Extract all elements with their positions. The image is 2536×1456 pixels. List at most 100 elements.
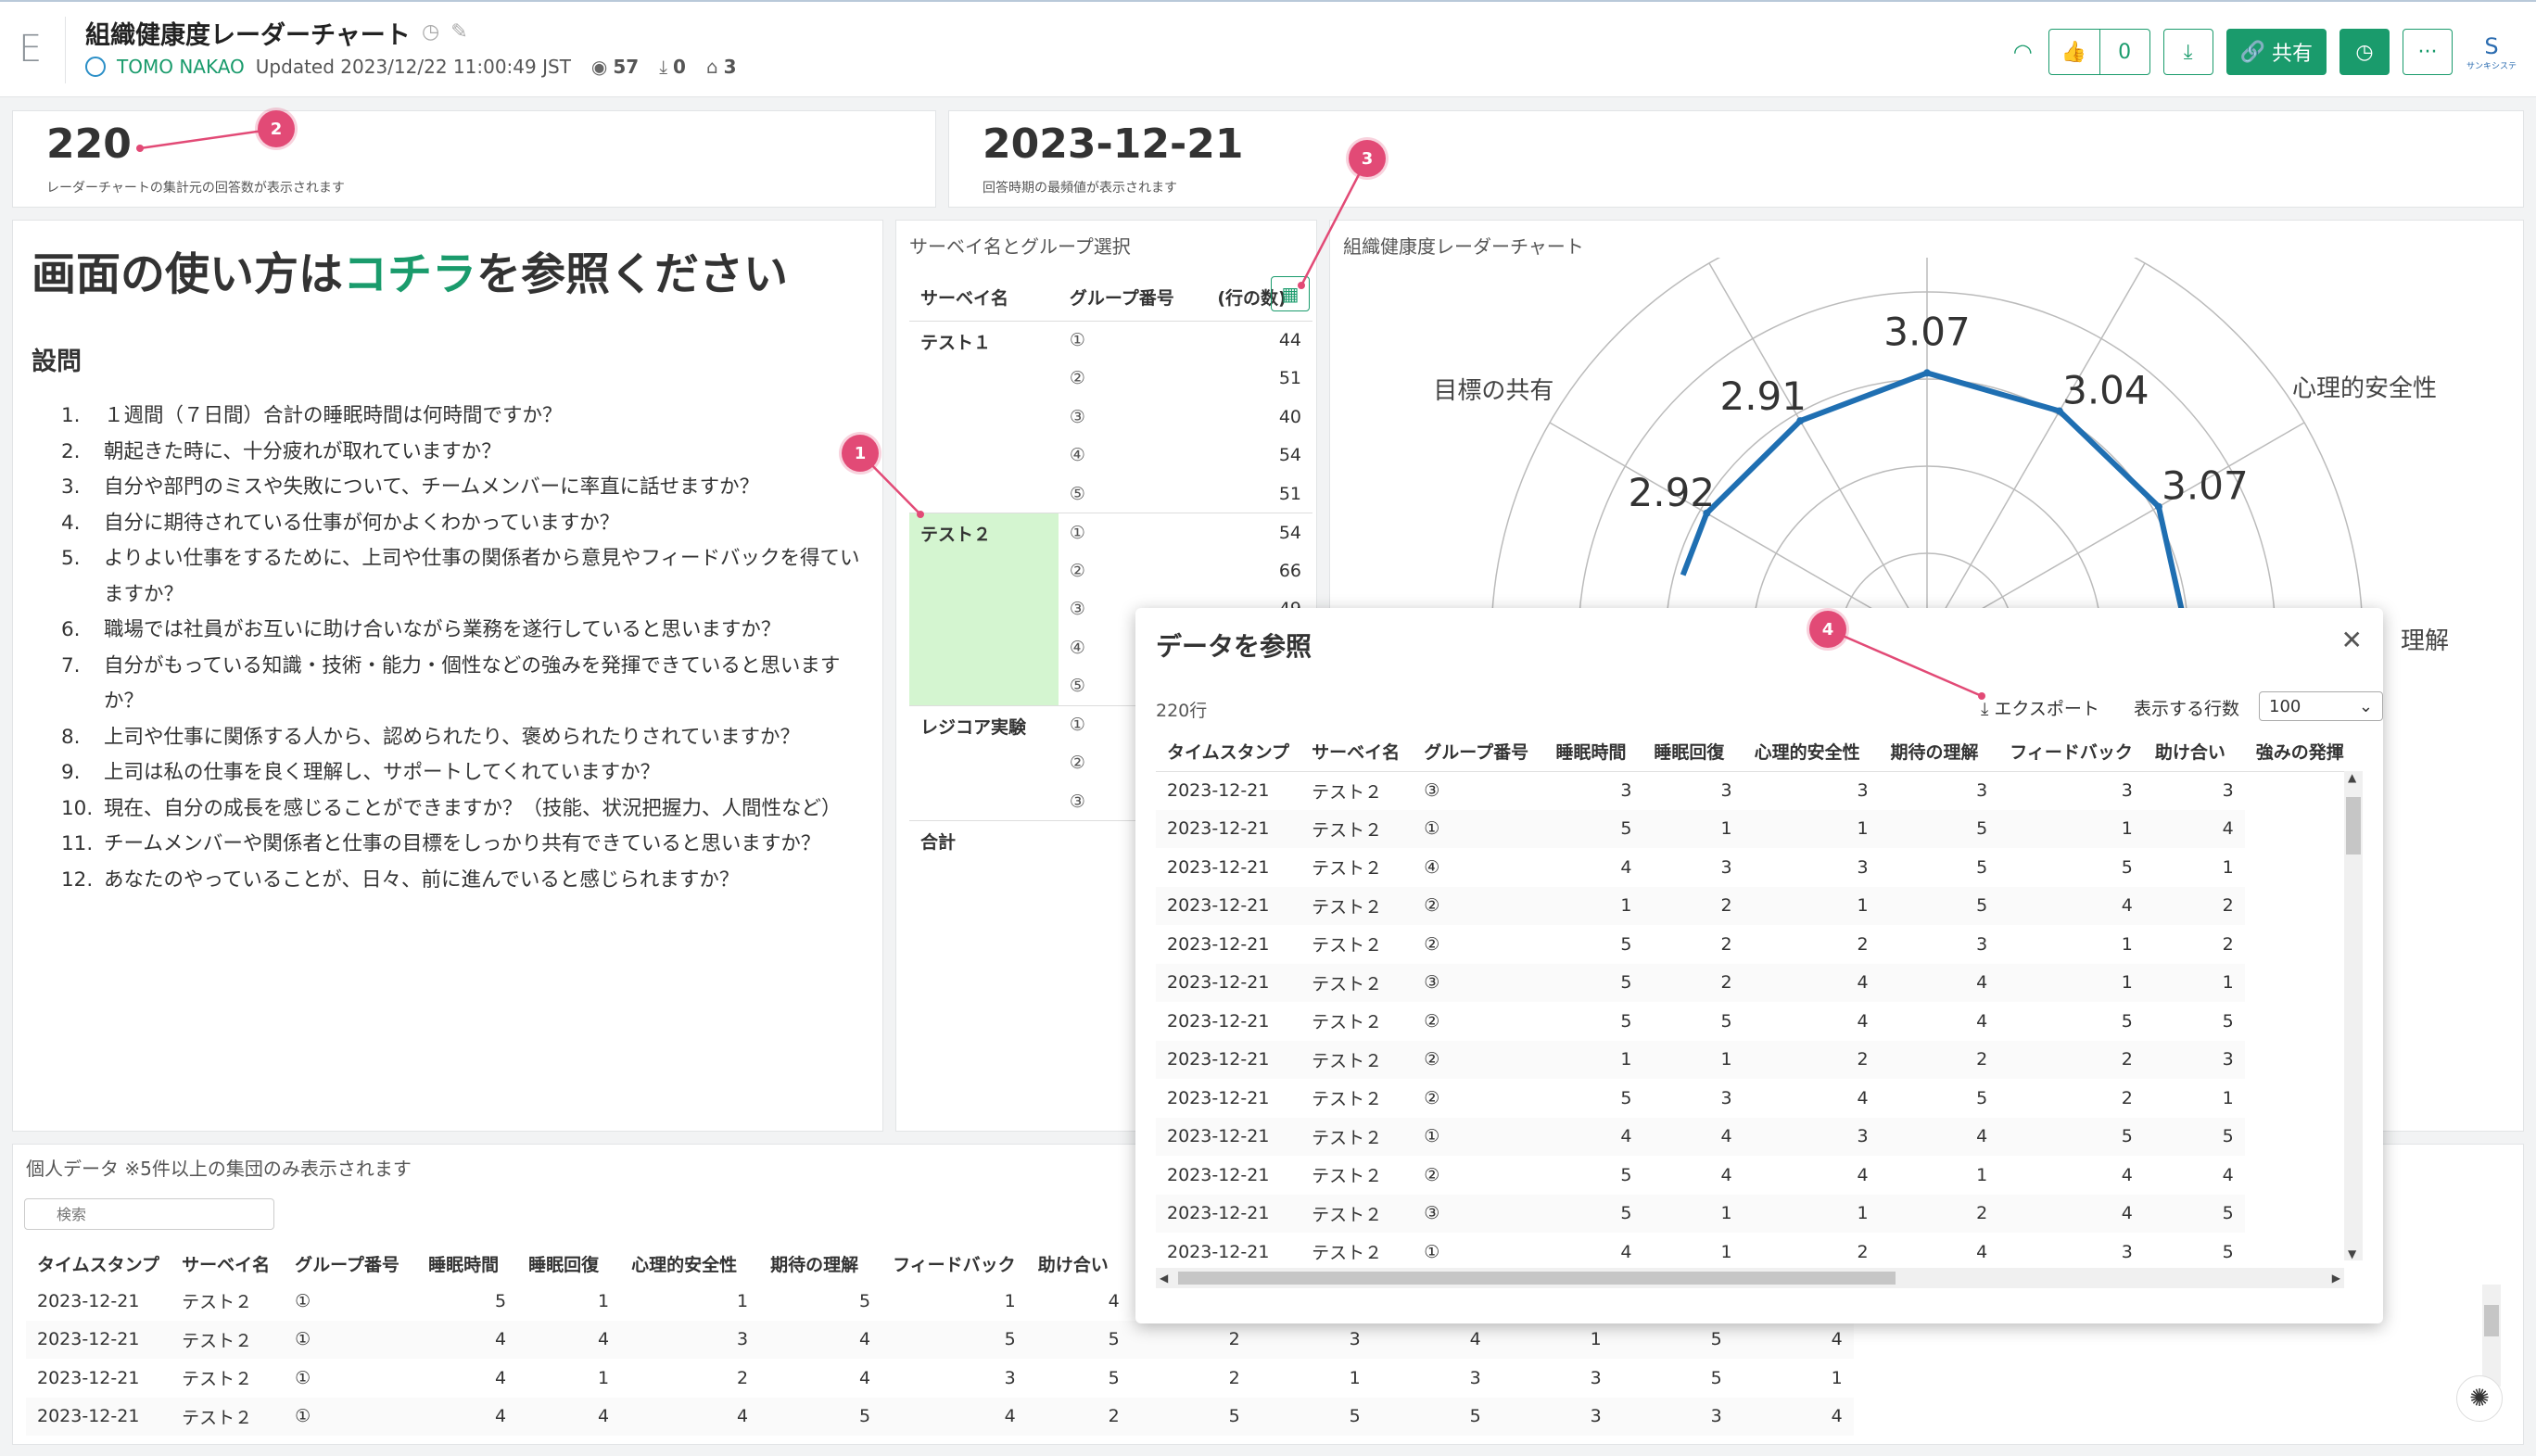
tags-stat[interactable]: ⌂ 3 [706,56,737,78]
table-row[interactable]: 2023-12-21 テスト２ ④ 4 3 3 5 5 1 [1156,848,2363,887]
export-button[interactable]: ⤓ エクスポート [1981,695,2099,720]
survey-name-cell[interactable] [909,782,1059,821]
survey-name-cell[interactable] [909,589,1059,628]
table-row[interactable]: 2023-12-21 テスト２ ② 5 5 4 4 5 5 [1156,1002,2363,1041]
table-row[interactable]: 2023-12-21 テスト２ ① 5 1 1 5 1 4 [1156,809,2363,848]
column-header[interactable]: 強みの発揮 [2244,732,2363,772]
schedule-button[interactable]: ◷ [2339,29,2390,75]
table-row[interactable]: ⑤ 51 [909,475,1312,513]
survey-name-cell[interactable] [909,551,1059,590]
table-row[interactable]: ④ 54 [909,437,1312,475]
column-header[interactable]: タイムスタンプ [1156,732,1301,772]
column-header[interactable]: フィードバック [1998,732,2144,772]
column-header[interactable]: 助け合い [2143,732,2245,772]
close-icon[interactable]: ✕ [2341,625,2363,655]
vertical-scrollbar[interactable] [2482,1285,2501,1386]
table-row[interactable]: 2023-12-21 テスト２ ① 4 1 2 4 3 5 [1156,1233,2363,1272]
column-header[interactable]: グループ番号 [1413,732,1545,772]
survey-name-cell[interactable] [909,437,1059,475]
table-row[interactable]: 2023-12-21 テスト２ ③ 5 2 4 4 1 1 [1156,963,2363,1002]
table-row[interactable]: テスト１ ① 44 [909,320,1312,360]
column-header[interactable]: 期待の理解 [759,1245,881,1282]
horizontal-scrollbar[interactable]: ◀ ▶ [1156,1268,2344,1288]
column-header[interactable]: 睡眠回復 [517,1245,620,1282]
vertical-scrollbar[interactable]: ▲ ▼ [2344,771,2363,1260]
scroll-left-icon[interactable]: ◀ [1160,1272,1168,1285]
edit-icon[interactable]: ✎ [450,20,478,44]
table-row[interactable]: 2023-12-21 テスト２ ② 5 3 4 5 2 1 [1156,1079,2363,1118]
column-header[interactable]: サーベイ名 [171,1245,284,1282]
group-number-cell[interactable]: ③ [1059,398,1207,437]
scrollbar-thumb[interactable] [1178,1272,1896,1285]
thumbs-up-icon[interactable]: 👍 [2049,30,2099,74]
howto-link[interactable]: コチラ [343,248,476,300]
column-header[interactable]: グループ番号 [284,1245,417,1282]
survey-name-cell[interactable]: 合計 [909,820,1059,859]
table-row[interactable]: 2023-12-21 テスト２ ② 1 2 1 5 4 2 [1156,886,2363,925]
more-button[interactable]: ··· [2403,29,2453,75]
kpi-card-date: 2023-12-21 回答時期の最頻値が表示されます [948,110,2524,208]
search-input[interactable] [24,1198,274,1230]
group-number-cell[interactable]: ④ [1059,437,1207,475]
group-number-cell[interactable]: ① [1058,320,1207,360]
table-row[interactable]: 2023-12-21 テスト２ ③ 5 1 1 2 4 5 [1156,1194,2363,1233]
column-header[interactable]: 心理的安全性 [620,1245,759,1282]
column-header[interactable]: 睡眠時間 [417,1245,517,1282]
table-cell: 2 [1879,1040,1999,1079]
group-number-cell[interactable]: ⑤ [1059,475,1207,513]
like-button-group[interactable]: 👍 0 [2048,29,2150,75]
download-button[interactable]: ⤓ [2162,29,2213,75]
table-row[interactable]: 2023-12-21 テスト２ ① 4 1 2 4 3 5 2 1 3 3 5 1 [26,1359,1854,1398]
survey-name-cell[interactable]: テスト１ [909,320,1059,360]
survey-name-cell[interactable] [909,360,1059,399]
column-header[interactable]: サーベイ名 [1300,732,1414,772]
clock-icon[interactable]: ◷ [422,20,450,44]
survey-name-cell[interactable] [909,666,1059,705]
column-header[interactable]: 睡眠時間 [1544,732,1643,772]
app-logo[interactable]: E [19,28,42,70]
survey-name-cell[interactable] [909,628,1059,667]
ai-assistant-button[interactable]: ✺ [2456,1375,2503,1422]
row-count-cell: 66 [1278,560,1301,581]
table-row[interactable]: 2023-12-21 テスト２ ① 4 4 3 4 5 5 [1156,1117,2363,1156]
column-header[interactable]: 助け合い [1027,1245,1131,1282]
column-header[interactable]: フィードバック [881,1245,1027,1282]
table-row[interactable]: テスト２ ① 54 [909,513,1312,551]
table-row[interactable]: 2023-12-21 テスト２ ② 1 1 2 2 2 3 [1156,1040,2363,1079]
column-header[interactable]: タイムスタンプ [26,1245,171,1282]
rows-per-page-select[interactable]: 100 ⌄ [2259,691,2383,721]
scroll-down-icon[interactable]: ▼ [2348,1247,2356,1260]
table-row[interactable]: 2023-12-21 テスト２ ① 4 4 3 4 5 5 2 3 4 1 5 4 [26,1320,1854,1359]
group-number-cell[interactable]: ① [1058,513,1207,551]
table-cell: 4 [1857,1010,1869,1032]
table-row[interactable]: ② 51 [909,360,1312,399]
group-number-cell[interactable]: ② [1059,551,1207,590]
table-cell: 5 [1879,886,1999,925]
column-header[interactable]: 心理的安全性 [1743,732,1880,772]
column-header[interactable]: 睡眠回復 [1642,732,1744,772]
survey-name-cell[interactable] [909,744,1059,783]
scrollbar-thumb[interactable] [2484,1305,2499,1336]
scrollbar-thumb[interactable] [2346,797,2361,855]
table-row[interactable]: 2023-12-21 テスト２ ② 5 2 2 3 1 2 [1156,925,2363,964]
column-header[interactable]: 期待の理解 [1879,732,1999,772]
table-cell: 5 [1544,963,1643,1002]
table-row[interactable]: ③ 40 [909,398,1312,437]
owner-name[interactable]: TOMO NAKAO [117,56,245,78]
question-number: 11. [61,832,94,855]
scroll-up-icon[interactable]: ▲ [2348,771,2356,784]
table-row[interactable]: 2023-12-21 テスト２ ② 5 4 4 1 4 4 [1156,1156,2363,1195]
kpi-value: 2023-12-21 [983,120,1244,168]
view-data-table-button[interactable]: ▦ [1271,276,1310,311]
survey-name-cell[interactable] [909,475,1059,513]
table-cell: 4 [759,1320,882,1359]
table-row[interactable]: 2023-12-21 テスト２ ① 4 4 4 5 4 2 5 5 5 3 3 4 [26,1397,1854,1436]
scroll-right-icon[interactable]: ▶ [2332,1272,2340,1285]
table-row[interactable]: ② 66 [909,551,1312,590]
survey-name-cell[interactable]: レジコア実験 [909,704,1059,744]
share-button[interactable]: 🔗 共有 [2225,29,2327,75]
survey-name-cell[interactable]: テスト２ [909,513,1059,551]
table-row[interactable]: 2023-12-21 テスト２ ③ 3 3 3 3 3 3 [1156,771,2363,810]
group-number-cell[interactable]: ② [1059,360,1207,399]
survey-name-cell[interactable] [909,398,1059,437]
